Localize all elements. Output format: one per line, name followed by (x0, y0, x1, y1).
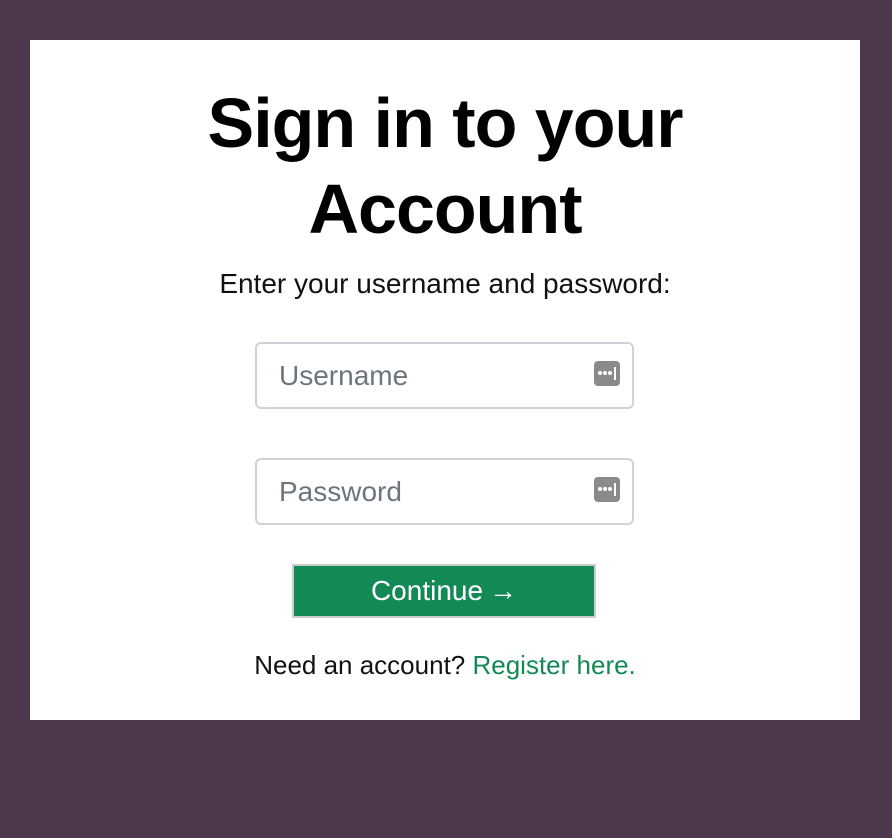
username-field-wrapper (255, 342, 634, 409)
keys-icon-dot (598, 371, 602, 375)
register-prompt: Need an account? (254, 650, 466, 680)
keys-icon-dot (608, 487, 612, 491)
password-input[interactable] (257, 460, 632, 523)
register-prompt-row: Need an account? Register here. (30, 647, 860, 683)
continue-button-label: Continue (370, 575, 484, 606)
keys-icon-dot (608, 371, 612, 375)
keys-icon-dot (603, 487, 607, 491)
username-input[interactable] (257, 344, 632, 407)
keys-icon-dot (598, 487, 602, 491)
page-title-line1: Sign in to your (207, 84, 684, 162)
password-field-wrapper (255, 458, 634, 525)
continue-button[interactable]: Continue → (292, 564, 596, 618)
keys-icon-cursor (614, 367, 616, 380)
password-manager-icon[interactable] (594, 361, 620, 386)
arrow-right-icon: → (489, 575, 518, 606)
page-title: Sign in to your Account (30, 80, 860, 252)
page-title-line2: Account (308, 170, 583, 248)
login-instructions: Enter your username and password: (219, 268, 671, 299)
login-card: Sign in to your Account Enter your usern… (30, 40, 860, 720)
keys-icon-dot (603, 371, 607, 375)
register-link[interactable]: Register here. (472, 650, 635, 680)
keys-icon-cursor (614, 483, 616, 496)
password-manager-icon[interactable] (594, 477, 620, 502)
